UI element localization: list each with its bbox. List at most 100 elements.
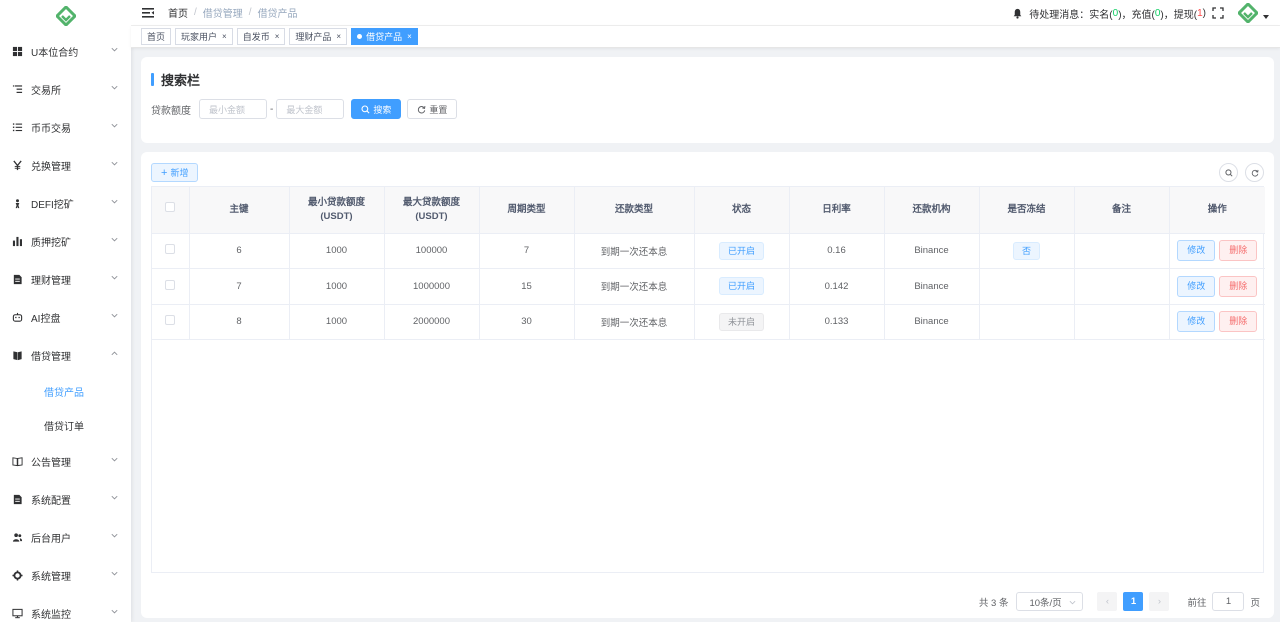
chevron-down-icon xyxy=(111,495,118,500)
bell-icon xyxy=(1013,8,1022,19)
sidebar-subitem[interactable]: 借贷订单 xyxy=(0,408,131,442)
breadcrumb-home[interactable]: 首页 xyxy=(168,5,188,20)
sidebar-item[interactable]: 系统配置 xyxy=(0,480,131,518)
cell-id: 7 xyxy=(189,268,290,305)
robot-icon xyxy=(11,311,23,323)
caret-down-icon[interactable] xyxy=(1262,13,1270,21)
breadcrumb-separator: / xyxy=(248,7,252,18)
chevron-down-icon xyxy=(111,161,118,166)
tag-item[interactable]: 理财产品 × xyxy=(289,28,348,45)
sidebar-item-label: U本位合约 xyxy=(31,47,79,59)
cell-repay: 到期一次还本息 xyxy=(574,233,695,269)
close-icon[interactable]: × xyxy=(407,32,412,41)
prev-page-button[interactable]: ‹ xyxy=(1097,592,1118,611)
edit-button[interactable]: 修改 xyxy=(1177,311,1216,333)
cell-frozen xyxy=(979,304,1075,340)
sidebar-item[interactable]: 交易所 xyxy=(0,70,131,108)
edit-button[interactable]: 修改 xyxy=(1177,275,1216,297)
chevron-up-icon xyxy=(111,351,118,356)
sidebar-item-label: 理财管理 xyxy=(31,275,71,287)
row-checkbox[interactable] xyxy=(165,315,176,326)
sidebar-item[interactable]: 币币交易 xyxy=(0,108,131,146)
sidebar-item-label: 借贷管理 xyxy=(31,351,71,363)
add-button[interactable]: + 新增 xyxy=(151,163,199,182)
yen-icon xyxy=(11,159,23,171)
cell-frozen xyxy=(979,268,1075,305)
select-all-cell xyxy=(152,187,190,234)
notice-mid1: )，充值( xyxy=(1118,9,1155,21)
page-number[interactable]: 1 xyxy=(1123,592,1144,611)
search-panel: 搜索栏 贷款额度 最小金额 - 最大金额 搜索 重置 xyxy=(141,57,1274,143)
data-table: 主键 最小贷款额度(USDT) 最大贷款额度(USDT) 周期类型 还款类型 状… xyxy=(151,186,1265,573)
hamburger-icon[interactable] xyxy=(142,7,154,19)
cell-remark xyxy=(1074,268,1170,305)
row-checkbox[interactable] xyxy=(165,279,176,290)
logo[interactable] xyxy=(0,0,131,32)
next-page-button[interactable]: › xyxy=(1149,592,1170,611)
close-icon[interactable]: × xyxy=(222,32,227,41)
breadcrumb-item: 借贷管理 xyxy=(202,9,243,20)
search-button[interactable]: 搜索 xyxy=(351,99,402,119)
tag-item[interactable]: 首页 xyxy=(141,28,172,45)
column-header: 还款类型 xyxy=(574,187,695,234)
sidebar-item[interactable]: 借贷管理 xyxy=(0,336,131,374)
sidebar-item[interactable]: DEFI挖矿 xyxy=(0,184,131,222)
table-row: 7 1000 1000000 15 到期一次还本息 已开启 0.142 Binance 修改 删除 xyxy=(152,268,1265,305)
person-icon xyxy=(11,197,23,209)
sidebar-item[interactable]: 兑换管理 xyxy=(0,146,131,184)
tag-item[interactable]: 借贷产品 × xyxy=(351,28,418,45)
max-amount-input[interactable]: 最大金额 xyxy=(276,99,345,119)
search-icon xyxy=(1224,168,1233,177)
cell-max: 2000000 xyxy=(384,304,480,340)
cell-period: 15 xyxy=(479,268,575,305)
cell-id: 6 xyxy=(189,233,290,269)
select-cell xyxy=(152,268,190,305)
table-header-row: 主键 最小贷款额度(USDT) 最大贷款额度(USDT) 周期类型 还款类型 状… xyxy=(152,187,1265,234)
cell-org: Binance xyxy=(884,304,980,340)
sidebar-item[interactable]: 系统监控 xyxy=(0,594,131,622)
sidebar-item[interactable]: AI控盘 xyxy=(0,298,131,336)
edit-button[interactable]: 修改 xyxy=(1177,240,1216,262)
goto-label: 前往 xyxy=(1187,597,1207,609)
delete-button[interactable]: 删除 xyxy=(1219,240,1258,262)
plus-icon: + xyxy=(161,166,168,179)
sidebar-item-label: 兑换管理 xyxy=(31,161,71,173)
fullscreen-icon[interactable] xyxy=(1212,7,1224,19)
column-header: 日利率 xyxy=(789,187,885,234)
refresh-button[interactable] xyxy=(1245,163,1264,182)
notice-prefix: 待处理消息：实名( xyxy=(1029,9,1113,21)
refresh-icon xyxy=(1251,169,1258,177)
tag-label: 首页 xyxy=(147,32,166,42)
sidebar-item[interactable]: 公告管理 xyxy=(0,442,131,480)
cell-actions: 修改 删除 xyxy=(1169,268,1265,305)
close-icon[interactable]: × xyxy=(336,32,341,41)
delete-button[interactable]: 删除 xyxy=(1219,311,1258,333)
row-checkbox[interactable] xyxy=(165,244,176,255)
toggle-search-button[interactable] xyxy=(1219,163,1238,182)
sidebar-item[interactable]: 质押挖矿 xyxy=(0,222,131,260)
sidebar-item[interactable]: 系统管理 xyxy=(0,556,131,594)
close-icon[interactable]: × xyxy=(275,32,280,41)
sidebar-subitem[interactable]: 借贷产品 xyxy=(0,374,131,408)
sidebar-item[interactable]: 后台用户 xyxy=(0,518,131,556)
bar-chart-icon xyxy=(11,235,23,247)
cell-rate: 0.16 xyxy=(789,233,885,269)
tag-item[interactable]: 玩家用户 × xyxy=(175,28,233,45)
avatar[interactable] xyxy=(1238,3,1258,23)
logo-icon xyxy=(55,6,76,26)
chevron-down-icon xyxy=(111,123,118,128)
sidebar-item-label: 交易所 xyxy=(31,85,61,97)
sidebar-item[interactable]: U本位合约 xyxy=(0,32,131,70)
chevron-down-icon xyxy=(111,313,118,318)
reset-button[interactable]: 重置 xyxy=(407,99,458,119)
sidebar-item[interactable]: 理财管理 xyxy=(0,260,131,298)
sidebar-menu: U本位合约交易所币币交易兑换管理 DEFI挖矿 质押挖矿理财管理 AI控盘借贷管理借贷… xyxy=(0,32,131,622)
select-all-checkbox[interactable] xyxy=(165,202,176,213)
chevron-down-icon xyxy=(111,47,118,52)
min-amount-input[interactable]: 最小金额 xyxy=(199,99,267,119)
goto-page-input[interactable]: 1 xyxy=(1212,592,1245,611)
tag-item[interactable]: 自发币 × xyxy=(236,28,286,45)
page-size-select[interactable]: 10条/页 xyxy=(1016,592,1084,611)
pending-notice[interactable]: 待处理消息：实名(0)，充值(0)，提现(1) xyxy=(1012,6,1206,21)
delete-button[interactable]: 删除 xyxy=(1219,275,1258,297)
